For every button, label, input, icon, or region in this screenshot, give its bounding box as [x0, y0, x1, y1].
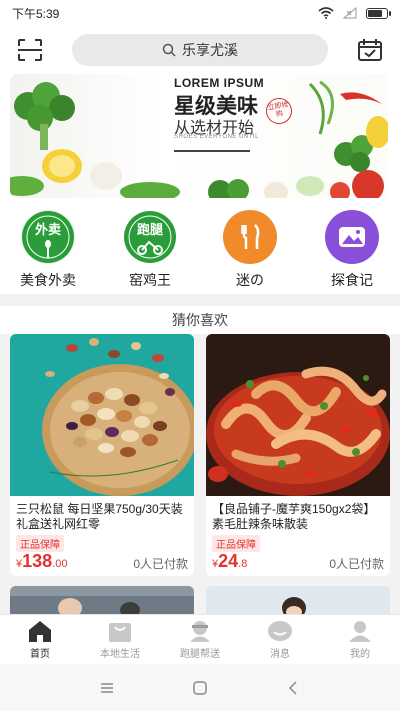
- photo-icon: [325, 210, 379, 264]
- category-mi[interactable]: 迷の: [210, 210, 290, 290]
- tab-label: 消息: [270, 649, 290, 660]
- product-card-peek[interactable]: [206, 586, 390, 614]
- fork-knife-icon: [223, 210, 277, 264]
- category-errand[interactable]: 跑腿 窑鸡王: [110, 210, 190, 290]
- menu-icon: [100, 682, 113, 693]
- calendar-check-icon: [358, 39, 382, 61]
- battery-icon: [366, 7, 391, 19]
- search-text: 乐享尤溪: [182, 42, 238, 58]
- search-icon: [162, 43, 176, 57]
- menu-button[interactable]: [92, 673, 122, 703]
- tab-label: 本地生活: [100, 649, 140, 660]
- banner-small-text: SHOES EVERYONE UNTIL: [174, 134, 259, 140]
- top-bar: 乐享尤溪: [0, 30, 400, 70]
- signal-icon: [342, 7, 357, 19]
- takeaway-ring-text: 外卖: [34, 222, 61, 237]
- product-footer: ¥138.00 0人已付款: [16, 551, 188, 572]
- user-icon: [349, 621, 371, 642]
- tab-label: 跑腿帮送: [180, 649, 220, 660]
- bottom-tab-bar: 首页 本地生活 跑腿帮送 消息 我的: [0, 614, 400, 664]
- tab-label: 首页: [30, 649, 50, 660]
- sold-count: 0人已付款: [329, 557, 384, 571]
- price-integer: 24: [218, 551, 239, 571]
- square-icon: [193, 680, 207, 695]
- section-title: 猜你喜欢: [172, 312, 228, 328]
- category-label: 迷の: [236, 272, 264, 288]
- takeaway-icon: 外卖: [21, 210, 75, 264]
- home-nav-button[interactable]: [185, 673, 215, 703]
- status-icons: [318, 7, 391, 19]
- shopping-bag-icon: [109, 623, 131, 642]
- banner-divider: [174, 150, 250, 152]
- message-icon: [268, 621, 292, 641]
- genuine-tag: 正品保障: [16, 535, 64, 552]
- calendar-button[interactable]: [354, 34, 386, 66]
- scan-button[interactable]: [14, 34, 46, 66]
- errand-icon: 跑腿: [123, 210, 177, 264]
- product-card[interactable]: 【良品铺子-魔芋爽150gx2袋】素毛肚辣条味散装 正品保障 ¥24.8 0人已…: [206, 334, 390, 576]
- system-nav-bar: [0, 664, 400, 711]
- category-explore[interactable]: 探食记: [312, 210, 392, 290]
- product-price: ¥138.00: [16, 551, 67, 572]
- category-takeaway[interactable]: 外卖 美食外卖: [8, 210, 88, 290]
- errand-ring-text: 跑腿: [136, 222, 163, 237]
- price-decimal: .8: [238, 558, 248, 570]
- product-title: 【良品铺子-魔芋爽150gx2袋】素毛肚辣条味散装: [212, 502, 376, 531]
- product-image: [206, 334, 390, 496]
- wifi-icon: [318, 7, 334, 19]
- promo-banner[interactable]: LOREM IPSUM 星级美味 从选材开始 SHOES EVERYONE UN…: [10, 74, 388, 198]
- price-integer: 138: [22, 551, 53, 571]
- courier-icon: [190, 621, 210, 642]
- genuine-tag: 正品保障: [212, 535, 260, 552]
- product-card-peek[interactable]: [10, 586, 194, 614]
- home-icon: [29, 621, 51, 642]
- section-divider: [0, 294, 400, 306]
- category-label: 窑鸡王: [129, 272, 171, 288]
- product-price: ¥24.8: [212, 551, 247, 572]
- status-time: 下午5:39: [12, 6, 60, 21]
- product-image: [10, 334, 194, 496]
- sold-count: 0人已付款: [133, 557, 188, 571]
- banner-top-text: LOREM IPSUM: [174, 76, 265, 90]
- scan-icon: [18, 39, 42, 61]
- back-button[interactable]: [278, 673, 308, 703]
- product-footer: ¥24.8 0人已付款: [212, 551, 384, 572]
- tab-errand[interactable]: 跑腿帮送: [160, 615, 240, 664]
- tab-local-life[interactable]: 本地生活: [80, 615, 160, 664]
- category-label: 探食记: [331, 272, 373, 288]
- search-input[interactable]: 乐享尤溪: [72, 34, 328, 66]
- status-bar: 下午5:39: [0, 0, 400, 26]
- product-title: 三只松鼠 每日坚果750g/30天装礼盒送礼网红零: [16, 502, 183, 531]
- tab-profile[interactable]: 我的: [320, 615, 400, 664]
- category-row: 外卖 美食外卖 跑腿 窑鸡王 迷の 探食记: [0, 210, 400, 290]
- back-chevron-icon: [289, 680, 297, 695]
- category-label: 美食外卖: [20, 272, 76, 288]
- tab-label: 我的: [350, 649, 370, 660]
- tab-home[interactable]: 首页: [0, 615, 80, 664]
- price-decimal: .00: [52, 558, 68, 570]
- product-card[interactable]: 三只松鼠 每日坚果750g/30天装礼盒送礼网红零 正品保障 ¥138.00 0…: [10, 334, 194, 576]
- tab-messages[interactable]: 消息: [240, 615, 320, 664]
